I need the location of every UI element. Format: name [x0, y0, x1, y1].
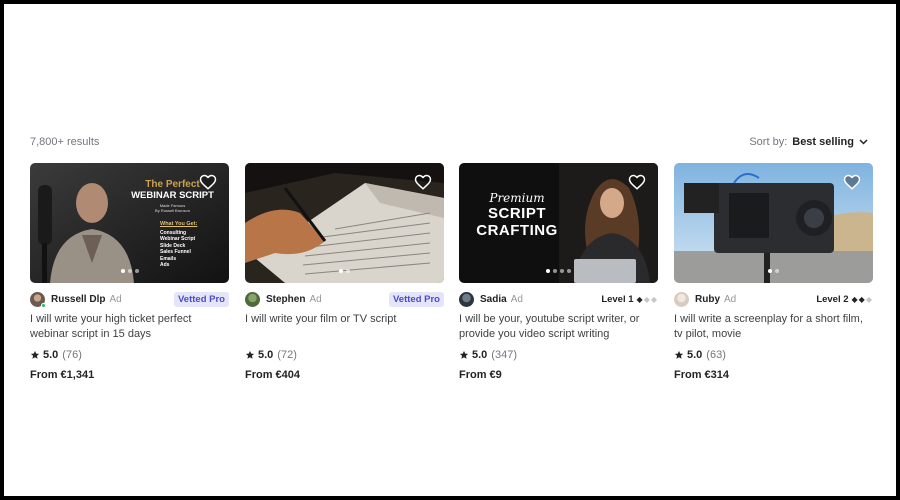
seller-info: Russell Dlp Ad Vetted Pro — [30, 291, 229, 308]
gig-title[interactable]: I will write your high ticket perfect we… — [30, 312, 229, 342]
rating-value: 5.0 — [258, 349, 274, 361]
online-indicator — [41, 302, 46, 308]
rating-value: 5.0 — [43, 349, 59, 361]
gig-rating: 5.0 (72) — [245, 349, 444, 361]
seller-info: Stephen Ad Vetted Pro — [245, 291, 444, 307]
gig-title[interactable]: I will write a screenplay for a short fi… — [674, 312, 873, 342]
star-icon — [245, 350, 255, 359]
avatar[interactable] — [459, 291, 474, 307]
carousel-dot[interactable] — [567, 269, 571, 273]
thumb-script-text: Premium — [489, 191, 545, 205]
level-diamond-icons: ◆◆◆ — [636, 294, 658, 304]
gig-rating: 5.0 (76) — [30, 349, 229, 361]
gig-rating: 5.0 (347) — [459, 349, 658, 361]
carousel-dots[interactable] — [245, 269, 444, 273]
thumb-item: Ads — [160, 262, 170, 268]
star-icon — [459, 350, 469, 359]
gig-price: From €9 — [459, 369, 502, 381]
seller-info: Ruby Ad Level 2 ◆◆◆ — [674, 291, 873, 307]
thumb-line4: By Russell Brunson — [155, 208, 190, 213]
vetted-pro-badge: Vetted Pro — [389, 291, 444, 307]
chevron-down-icon — [859, 139, 868, 145]
level-diamond-icons: ◆◆◆ — [851, 294, 873, 304]
seller-level: Level 2 ◆◆◆ — [816, 294, 873, 305]
gig-price: From €314 — [674, 369, 730, 381]
avatar[interactable] — [30, 291, 46, 308]
heart-icon[interactable] — [843, 173, 861, 191]
gig-rating: 5.0 (63) — [674, 349, 873, 361]
gig-card[interactable]: Ruby Ad Level 2 ◆◆◆ I will write a scree… — [674, 163, 873, 381]
carousel-dot[interactable] — [120, 269, 125, 273]
review-count: (76) — [62, 349, 82, 361]
seller-name[interactable]: Sadia — [480, 294, 507, 305]
carousel-dot[interactable] — [560, 269, 564, 273]
thumb-line2: CRAFTING — [476, 222, 558, 239]
gig-thumbnail[interactable]: Premium SCRIPT CRAFTING — [459, 163, 658, 283]
gig-thumbnail[interactable]: The Perfect WEBINAR SCRIPT Made Famous B… — [30, 163, 229, 283]
carousel-dots[interactable] — [30, 269, 229, 273]
seller-level-label: Level 1 — [601, 293, 634, 305]
gig-thumbnail[interactable] — [674, 163, 873, 283]
seller-level-label: Level 2 — [816, 293, 849, 305]
ad-label: Ad — [109, 293, 122, 305]
gig-card[interactable]: Stephen Ad Vetted Pro I will write your … — [245, 163, 444, 381]
rating-value: 5.0 — [472, 349, 488, 361]
sort-dropdown[interactable]: Sort by: Best selling — [749, 136, 868, 148]
ad-label: Ad — [510, 293, 523, 305]
seller-level: Level 1 ◆◆◆ — [601, 294, 658, 305]
star-icon — [674, 350, 684, 359]
page: 7,800+ results Sort by: Best selling The… — [4, 4, 896, 496]
gig-title[interactable]: I will be your, youtube script writer, o… — [459, 312, 658, 342]
thumb-line2: WEBINAR SCRIPT — [131, 190, 214, 201]
seller-name[interactable]: Stephen — [266, 294, 305, 305]
sort-value: Best selling — [792, 136, 854, 148]
gig-title[interactable]: I will write your film or TV script — [245, 312, 444, 342]
seller-name[interactable]: Russell Dlp — [51, 294, 105, 305]
avatar[interactable] — [674, 291, 689, 307]
sort-label: Sort by: — [749, 136, 788, 148]
rating-value: 5.0 — [687, 349, 703, 361]
gig-price: From €1,341 — [30, 369, 95, 381]
carousel-dots[interactable] — [674, 269, 873, 273]
thumb-heading: What You Get: — [160, 221, 198, 227]
carousel-dot[interactable] — [127, 269, 132, 273]
gig-card[interactable]: The Perfect WEBINAR SCRIPT Made Famous B… — [30, 163, 229, 381]
heart-icon[interactable] — [628, 173, 646, 191]
seller-name[interactable]: Ruby — [695, 294, 720, 305]
results-count: 7,800+ results — [30, 136, 100, 148]
carousel-dot[interactable] — [134, 269, 139, 273]
results-toolbar: 7,800+ results Sort by: Best selling — [30, 132, 868, 152]
seller-info: Sadia Ad Level 1 ◆◆◆ — [459, 291, 658, 307]
carousel-dot[interactable] — [546, 269, 550, 273]
avatar[interactable] — [245, 291, 260, 307]
star-icon — [30, 350, 40, 359]
ad-label: Ad — [724, 293, 737, 305]
carousel-dot[interactable] — [553, 269, 557, 273]
review-count: (63) — [706, 349, 726, 361]
gig-price: From €404 — [245, 369, 301, 381]
carousel-dot[interactable] — [346, 269, 350, 273]
thumb-line1: SCRIPT — [487, 205, 546, 222]
gig-card[interactable]: Premium SCRIPT CRAFTING Sadia Ad Level 1… — [459, 163, 658, 381]
thumb-item: Webinar Script — [160, 236, 196, 242]
vetted-pro-badge: Vetted Pro — [174, 291, 229, 307]
review-count: (347) — [491, 349, 517, 361]
carousel-dot[interactable] — [775, 269, 779, 273]
ad-label: Ad — [309, 293, 322, 305]
heart-icon[interactable] — [414, 173, 432, 191]
carousel-dots[interactable] — [459, 269, 658, 273]
carousel-dot[interactable] — [339, 269, 343, 273]
review-count: (72) — [277, 349, 297, 361]
heart-icon[interactable] — [199, 173, 217, 191]
gig-thumbnail[interactable] — [245, 163, 444, 283]
carousel-dot[interactable] — [768, 269, 772, 273]
